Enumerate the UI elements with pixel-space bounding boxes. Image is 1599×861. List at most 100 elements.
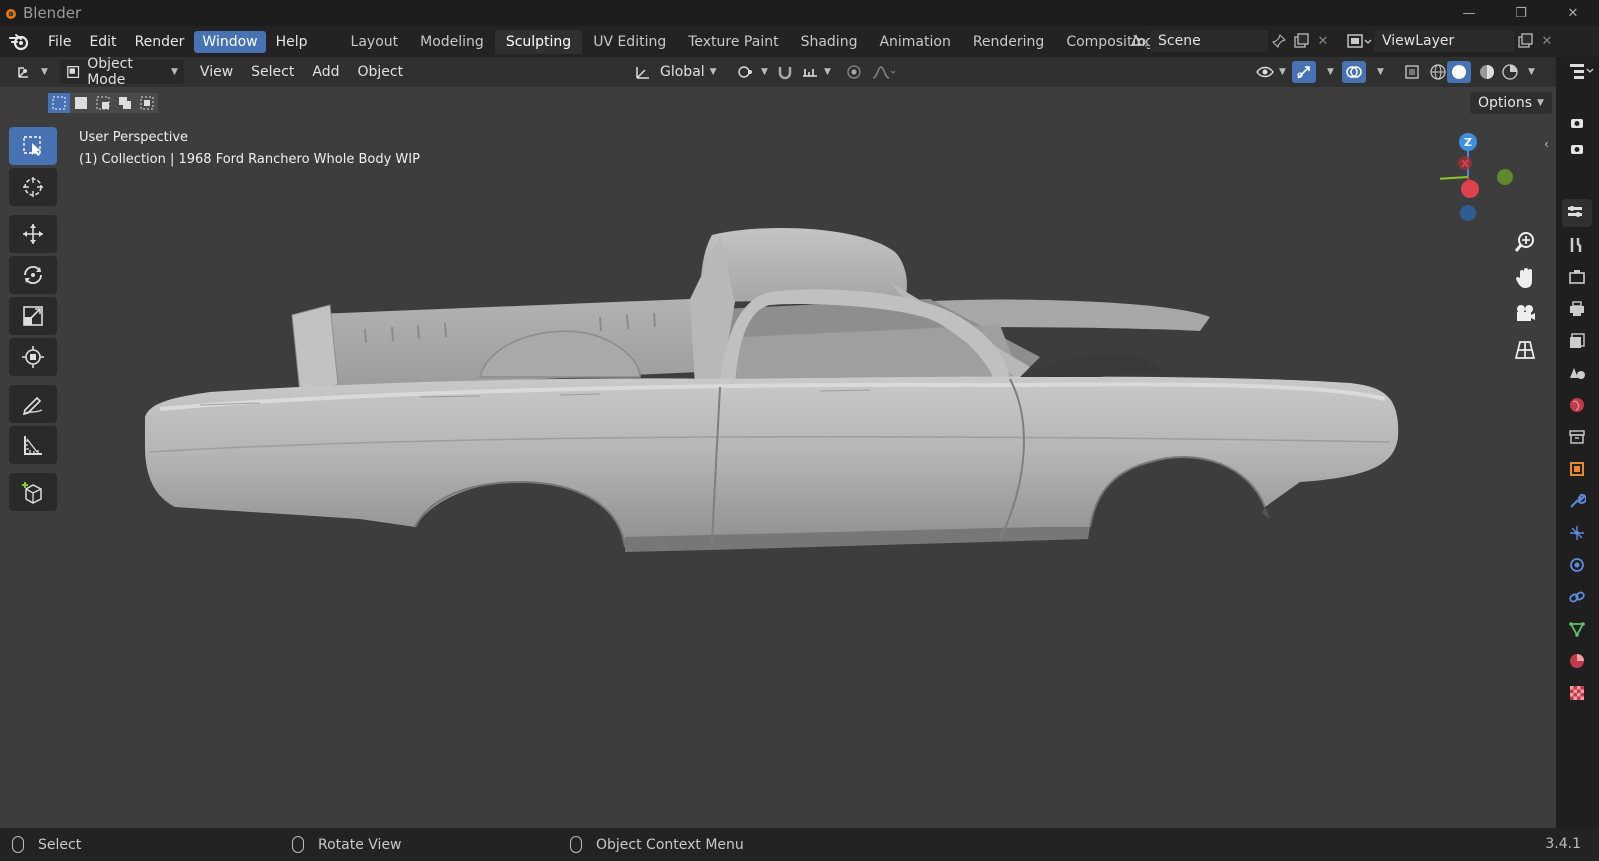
material-properties-tab[interactable] (1562, 647, 1592, 675)
transform-orientation-dropdown[interactable]: Global ▼ (628, 60, 723, 84)
3d-viewport[interactable]: Options ▼ User Perspective (1) Collection… (0, 87, 1556, 828)
gizmo-neg-z-axis[interactable] (1460, 205, 1476, 221)
maximize-button[interactable]: ❐ (1495, 0, 1547, 26)
sidebar-toggle-icon[interactable]: ‹ (1544, 137, 1549, 151)
pivot-icon (738, 66, 752, 78)
tab-modeling[interactable]: Modeling (409, 30, 495, 54)
outliner-icon (1570, 64, 1594, 79)
navigation-gizmo[interactable]: Z X Y (1440, 127, 1540, 227)
header-menu-select[interactable]: Select (245, 60, 300, 84)
editor-type-icon (18, 67, 28, 78)
tab-rendering[interactable]: Rendering (962, 30, 1056, 54)
minimize-button[interactable]: — (1443, 0, 1495, 26)
delete-view-layer-icon[interactable]: ✕ (1536, 30, 1558, 52)
orientation-icon (636, 67, 649, 79)
status-context-label: Object Context Menu (596, 836, 744, 853)
overlays-dropdown[interactable]: ▼ (1366, 60, 1390, 84)
solid-sphere-icon (1452, 65, 1466, 79)
zoom-button[interactable] (1510, 227, 1540, 257)
close-button[interactable]: ✕ (1547, 0, 1599, 26)
scene-properties-tab[interactable] (1562, 359, 1592, 387)
new-scene-icon[interactable] (1290, 30, 1312, 52)
scene-selector: Scene ✕ ViewLayer ✕ (1128, 29, 1558, 53)
menu-render[interactable]: Render (127, 31, 193, 53)
mode-label: Object Mode (87, 56, 133, 88)
falloff-dropdown[interactable] (865, 60, 903, 84)
snap-target-dropdown[interactable]: ▼ (795, 60, 837, 84)
scene-browse-icon[interactable] (1128, 30, 1150, 52)
scene-cone-sphere-icon (1570, 368, 1585, 379)
ranchero-car-mesh[interactable] (0, 87, 1556, 828)
menu-help[interactable]: Help (268, 31, 316, 53)
hide-in-viewport-icon[interactable] (1562, 109, 1592, 137)
tab-texture-paint[interactable]: Texture Paint (677, 30, 789, 54)
menu-edit[interactable]: Edit (81, 31, 124, 53)
tab-uv-editing[interactable]: UV Editing (582, 30, 677, 54)
gizmo-z-label: Z (1464, 136, 1472, 149)
header-menu-add[interactable]: Add (306, 60, 345, 84)
viewport-navigation (1510, 227, 1540, 371)
viewport-header: ▼ Object Mode ▼ View Select Add Object G… (0, 56, 1556, 88)
object-visibility-dropdown[interactable]: ▼ (1250, 60, 1292, 84)
particles-icon (1570, 526, 1584, 540)
eye-icon (1256, 66, 1274, 78)
gizmos-toggle[interactable] (1292, 61, 1316, 83)
view-layer-properties-tab[interactable] (1562, 327, 1592, 355)
particles-properties-tab[interactable] (1562, 519, 1592, 547)
menu-file[interactable]: File (40, 31, 79, 53)
window-title: Blender (23, 4, 82, 22)
output-properties-tab[interactable] (1562, 295, 1592, 323)
gizmo-neg-y-axis[interactable] (1497, 169, 1513, 185)
mode-dropdown[interactable]: Object Mode ▼ (59, 56, 184, 88)
blender-logo-icon[interactable] (8, 32, 30, 52)
collection-properties-tab[interactable] (1562, 423, 1592, 451)
tab-layout[interactable]: Layout (340, 30, 410, 54)
overlays-toggle[interactable] (1342, 61, 1366, 83)
editor-type-button[interactable]: ▼ (10, 60, 54, 84)
pivot-point-dropdown[interactable]: ▼ (730, 60, 774, 84)
disable-in-renders-icon[interactable] (1562, 135, 1592, 163)
menu-window[interactable]: Window (194, 30, 266, 53)
world-properties-tab[interactable] (1562, 391, 1592, 419)
gizmo-x-axis[interactable] (1461, 180, 1479, 198)
status-context-hint: Object Context Menu (570, 836, 744, 853)
pan-button[interactable] (1510, 263, 1540, 293)
tab-animation[interactable]: Animation (868, 30, 961, 54)
render-properties-tab[interactable] (1562, 263, 1592, 291)
properties-editor-type-icon[interactable] (1562, 199, 1592, 227)
header-menu-object[interactable]: Object (351, 60, 409, 84)
delete-scene-icon[interactable]: ✕ (1312, 30, 1334, 52)
data-properties-tab[interactable] (1562, 615, 1592, 643)
view-layer-browse-icon[interactable] (1344, 30, 1374, 52)
wrench-icon (1570, 493, 1586, 508)
view-layer-field[interactable]: ViewLayer (1374, 30, 1514, 52)
camera-view-button[interactable] (1510, 299, 1540, 329)
tab-sculpting[interactable]: Sculpting (494, 29, 583, 54)
collection-box-icon (1569, 430, 1585, 444)
printer-icon (1570, 301, 1584, 316)
object-properties-tab[interactable] (1562, 455, 1592, 483)
shading-solid-button[interactable] (1447, 61, 1471, 83)
texture-properties-tab[interactable] (1562, 679, 1592, 707)
gizmos-dropdown[interactable]: ▼ (1316, 60, 1340, 84)
scene-name-field[interactable]: Scene (1150, 30, 1268, 52)
constraints-properties-tab[interactable] (1562, 583, 1592, 611)
outliner-display-mode-button[interactable] (1568, 61, 1594, 85)
tab-shading[interactable]: Shading (790, 30, 869, 54)
image-stack-icon (1570, 333, 1585, 348)
mouse-left-icon (12, 836, 24, 853)
proportional-editing-toggle[interactable] (840, 60, 868, 84)
blender-version: 3.4.1 (1545, 836, 1581, 852)
window-controls: — ❐ ✕ (1443, 0, 1599, 26)
perspective-toggle-button[interactable] (1510, 335, 1540, 365)
shading-dropdown[interactable]: ▼ (1517, 60, 1541, 84)
status-rotate-hint: Rotate View (292, 836, 402, 853)
physics-properties-tab[interactable] (1562, 551, 1592, 579)
new-view-layer-icon[interactable] (1514, 30, 1536, 52)
title-bar: Blender — ❐ ✕ (0, 0, 1599, 26)
modifier-properties-tab[interactable] (1562, 487, 1592, 515)
header-menu-view[interactable]: View (194, 60, 239, 84)
xray-toggle[interactable] (1398, 60, 1426, 84)
tool-properties-tab[interactable] (1562, 231, 1592, 259)
pin-icon[interactable] (1268, 30, 1290, 52)
